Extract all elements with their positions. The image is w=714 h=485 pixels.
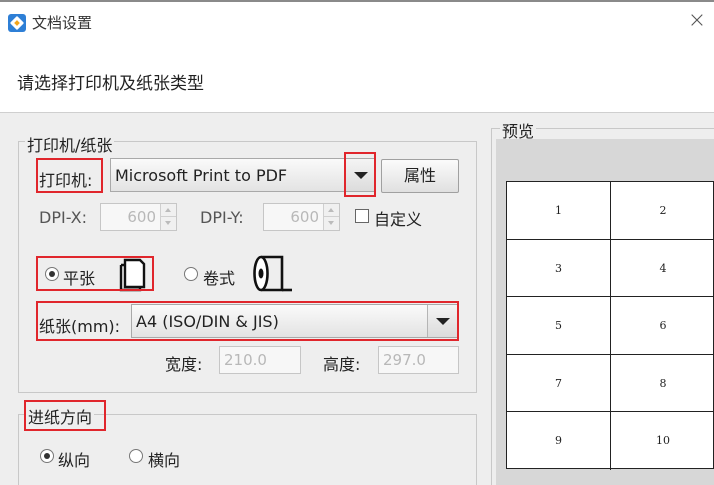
height-label: 高度:	[323, 355, 361, 374]
dialog-header: 请选择打印机及纸张类型	[0, 40, 714, 113]
dpi-y-spinner[interactable]: 600	[263, 203, 340, 231]
printer-select[interactable]: Microsoft Print to PDF	[110, 158, 376, 192]
dpi-x-label: DPI-X:	[39, 208, 88, 227]
paper-size-label: 纸张(mm):	[39, 317, 121, 336]
portrait-label[interactable]: 纵向	[58, 447, 90, 471]
properties-button[interactable]: 属性	[381, 159, 459, 193]
printer-select-value: Microsoft Print to PDF	[115, 166, 288, 185]
preview-cell: 2	[611, 182, 714, 240]
dpi-x-spin-buttons	[160, 204, 176, 230]
paper-roll-icon	[253, 255, 292, 292]
dpi-x-value: 600	[127, 208, 156, 226]
width-field[interactable]: 210.0	[219, 346, 301, 374]
printer-paper-legend: 打印机/纸张	[25, 132, 115, 156]
width-value: 210.0	[224, 351, 267, 369]
sheet-paper-icon	[119, 258, 146, 292]
width-label: 宽度:	[165, 355, 203, 374]
paper-size-value: A4 (ISO/DIN & JIS)	[136, 312, 279, 331]
dpi-x-spinner[interactable]: 600	[100, 203, 177, 231]
dpi-x-increment-icon[interactable]	[161, 204, 176, 217]
preview-cell: 8	[611, 355, 714, 413]
roll-paper-radio[interactable]	[184, 267, 198, 281]
preview-panel: 1 2 3 4 5 6 7 8 9 10	[496, 139, 714, 485]
close-button[interactable]: ×	[686, 10, 708, 32]
preview-cell: 10	[656, 434, 670, 448]
preview-cell: 5	[507, 297, 611, 355]
dpi-x-decrement-icon[interactable]	[161, 217, 176, 230]
paper-size-chevron-down-icon[interactable]	[427, 305, 457, 337]
dpi-y-decrement-icon[interactable]	[324, 217, 339, 230]
roll-paper-label[interactable]: 卷式	[203, 265, 235, 289]
dpi-y-spin-buttons	[323, 204, 339, 230]
height-field[interactable]: 297.0	[378, 346, 459, 374]
dpi-y-label: DPI-Y:	[200, 208, 244, 227]
dpi-y-increment-icon[interactable]	[324, 204, 339, 217]
height-value: 297.0	[383, 351, 426, 369]
flat-paper-label[interactable]: 平张	[63, 265, 95, 289]
preview-cell: 6	[611, 297, 714, 355]
preview-cell: 3	[507, 239, 611, 298]
landscape-label[interactable]: 横向	[148, 447, 180, 471]
dpi-y-value: 600	[290, 208, 319, 226]
printer-dropdown-chevron-down-icon[interactable]	[345, 159, 375, 191]
portrait-radio[interactable]	[40, 449, 54, 463]
preview-cell: 4	[611, 240, 714, 298]
printer-label: 打印机:	[39, 171, 93, 190]
preview-cell: 7	[507, 354, 611, 413]
title-bar: 文档设置 ×	[0, 2, 714, 40]
app-logo-icon	[8, 14, 26, 32]
header-instruction: 请选择打印机及纸张类型	[17, 74, 204, 94]
preview-cell: 9	[507, 412, 611, 470]
preview-page: 1 2 3 4 5 6 7 8 9 10	[506, 181, 714, 470]
document-settings-dialog: 文档设置 × 请选择打印机及纸张类型 打印机/纸张 打印机: Microsoft…	[0, 0, 714, 485]
preview-cell: 1	[507, 182, 611, 240]
paper-size-select[interactable]: A4 (ISO/DIN & JIS)	[131, 304, 458, 338]
custom-dpi-label[interactable]: 自定义	[374, 206, 422, 230]
window-title: 文档设置	[32, 14, 93, 32]
feed-direction-legend: 进纸方向	[26, 404, 95, 428]
landscape-radio[interactable]	[129, 449, 143, 463]
flat-paper-radio[interactable]	[45, 267, 59, 281]
custom-dpi-checkbox[interactable]	[355, 209, 369, 223]
